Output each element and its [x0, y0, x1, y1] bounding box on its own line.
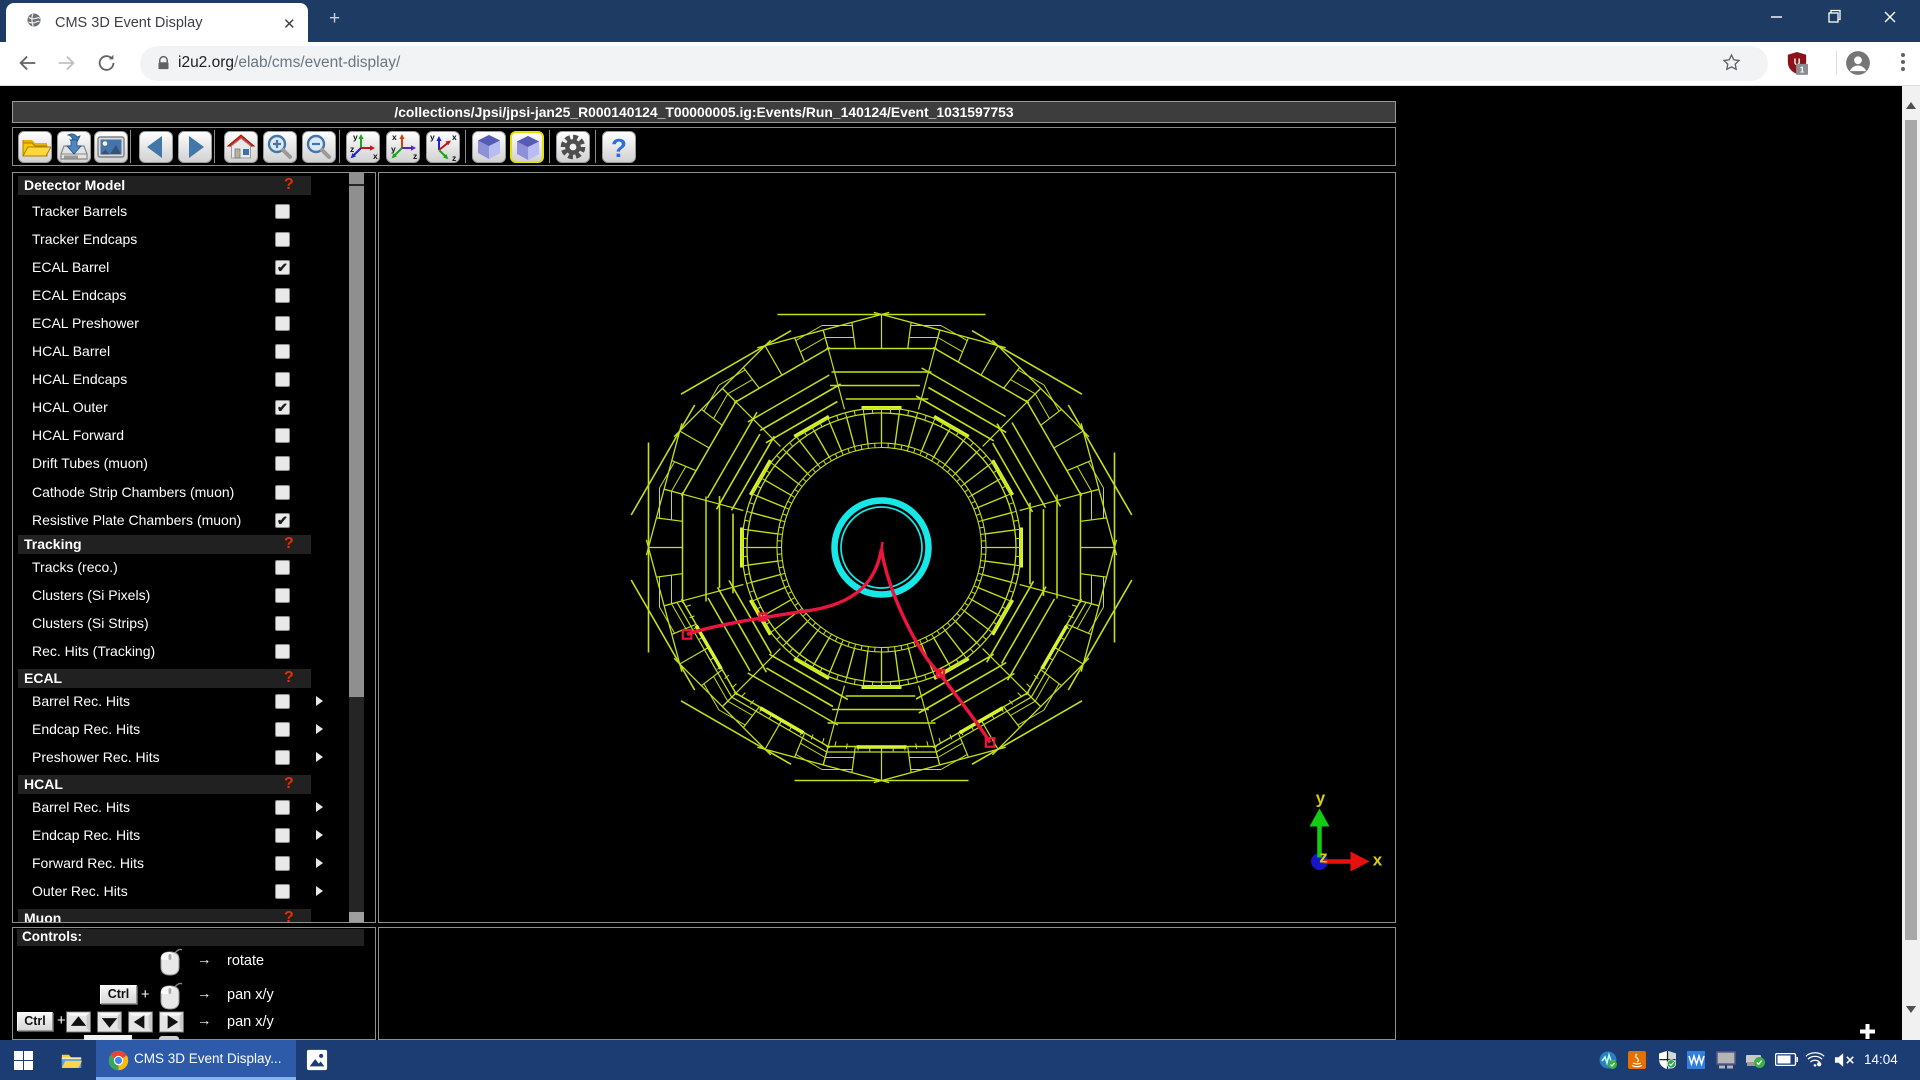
svg-text:x: x — [373, 151, 378, 161]
svg-text:y: y — [1316, 789, 1326, 808]
svg-text:z: z — [350, 144, 354, 154]
svg-text:y: y — [391, 144, 396, 154]
svg-text:x: x — [392, 132, 397, 142]
svg-text:x: x — [1373, 851, 1383, 870]
svg-text:1: 1 — [1800, 66, 1805, 75]
svg-text:z: z — [1319, 848, 1328, 867]
svg-text:z: z — [413, 151, 417, 161]
svg-text:y: y — [353, 132, 358, 142]
svg-text:?: ? — [611, 133, 627, 162]
svg-text:z: z — [452, 153, 456, 162]
svg-text:y: y — [430, 132, 435, 142]
svg-text:x: x — [452, 132, 457, 142]
